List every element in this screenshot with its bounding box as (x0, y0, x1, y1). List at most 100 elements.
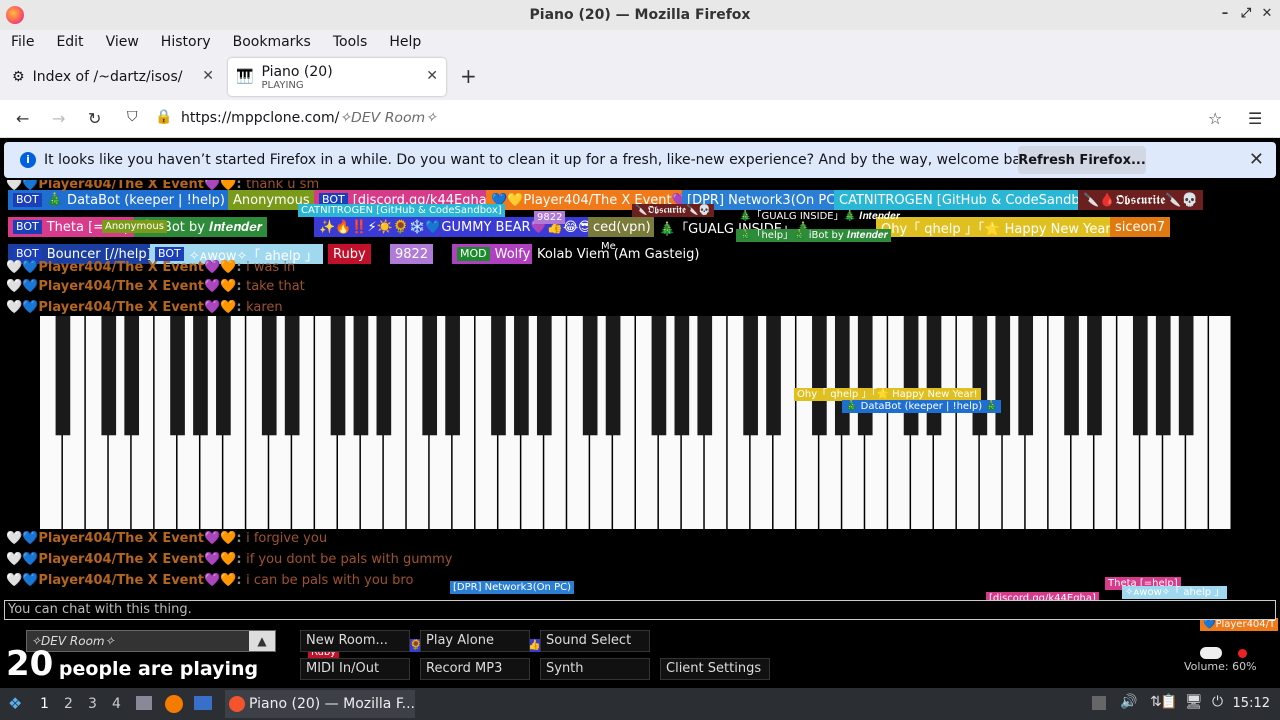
shield-icon[interactable]: ⛉ (127, 109, 138, 125)
clipboard-icon[interactable]: 📋 (1160, 694, 1177, 710)
black-key[interactable] (743, 316, 758, 436)
user-tag[interactable]: siceon7 (1110, 217, 1170, 237)
black-key[interactable] (1064, 316, 1079, 436)
back-icon[interactable]: ← (16, 109, 29, 128)
black-key[interactable] (1018, 316, 1034, 436)
black-key[interactable] (491, 316, 506, 436)
user-tag[interactable]: ced(vpn) (588, 217, 656, 237)
menu-help[interactable]: Help (378, 34, 432, 50)
user-tag[interactable]: CATNITROGEN [GitHub & CodeSandbox] (834, 190, 1105, 210)
black-key[interactable] (1087, 316, 1102, 436)
tab-index-isos[interactable]: ⚙ Index of /~dartz/isos/ ✕ (4, 58, 222, 96)
user-tag[interactable]: MOD Wolfy (452, 244, 536, 264)
black-key[interactable] (422, 316, 438, 436)
black-key[interactable] (170, 316, 185, 436)
black-key[interactable] (216, 316, 231, 436)
menu-tools[interactable]: Tools (322, 34, 379, 50)
black-key[interactable] (1132, 316, 1148, 436)
black-key[interactable] (1178, 316, 1194, 436)
reload-icon[interactable]: ↻ (88, 109, 101, 128)
workspace-2[interactable]: 2 (64, 696, 73, 712)
black-key[interactable] (605, 316, 621, 436)
play-alone-button[interactable]: Play Alone (420, 630, 530, 652)
client-settings-button[interactable]: Client Settings (660, 658, 770, 680)
new-tab-icon[interactable]: + (460, 64, 477, 88)
url-bar[interactable]: https://mppclone.com/✧𝘋𝘌𝘝 𝘙𝘰𝘰𝘮✧ (181, 110, 437, 126)
workspace-3[interactable]: 3 (88, 696, 97, 712)
minimize-icon[interactable]: – (1216, 6, 1234, 21)
black-key[interactable] (330, 316, 346, 436)
chat-input[interactable]: You can chat with this thing. (4, 600, 1276, 620)
synth-button[interactable]: Synth (540, 658, 650, 680)
user-tag[interactable]: 9822 (390, 244, 434, 264)
menu-file[interactable]: File (0, 34, 45, 50)
tab-piano[interactable]: 🎹 Piano (20) PLAYING ✕ (228, 58, 446, 96)
close-icon[interactable]: ✕ (1249, 149, 1264, 170)
black-key[interactable] (353, 316, 369, 436)
menu-bookmarks[interactable]: Bookmarks (222, 34, 322, 50)
new-room-button[interactable]: New Room... (300, 630, 410, 652)
close-tab-icon[interactable]: ✕ (426, 68, 438, 84)
piano-keyboard[interactable] (40, 316, 1232, 529)
black-key[interactable] (376, 316, 392, 436)
black-key[interactable] (582, 316, 598, 436)
black-key[interactable] (261, 316, 277, 436)
black-key[interactable] (193, 316, 208, 436)
black-key[interactable] (536, 316, 552, 436)
firefox-launcher-icon[interactable] (165, 695, 183, 713)
black-key[interactable] (834, 316, 850, 436)
terminal-icon[interactable] (194, 696, 212, 710)
black-key[interactable] (903, 316, 919, 436)
menu-view[interactable]: View (95, 34, 150, 50)
black-key[interactable] (972, 316, 988, 436)
volume-knob[interactable] (1200, 647, 1222, 659)
speaker-icon[interactable]: 🔊 (1120, 694, 1137, 710)
workspace-1[interactable]: 1 (40, 696, 49, 712)
close-icon[interactable]: ✕ (1258, 6, 1276, 21)
black-key[interactable] (55, 316, 71, 436)
black-key[interactable] (674, 316, 690, 436)
user-tag[interactable]: Ohy「 qhelp 」「🌟 Happy New Year! 」 (876, 217, 1139, 237)
user-tag[interactable]: ✨🔥‼️⚡☀️🌻❄️💙GUMMY BEAR💜👍😂😎😊 (314, 217, 611, 237)
tray-icon[interactable] (1092, 696, 1106, 710)
black-key[interactable] (445, 316, 460, 436)
tab-playing-label: PLAYING (261, 79, 304, 91)
record-mp3-button[interactable]: Record MP3 (420, 658, 530, 680)
black-key[interactable] (697, 316, 713, 436)
maximize-icon[interactable]: ⤢ (1237, 6, 1255, 21)
black-key[interactable] (124, 316, 140, 436)
forward-icon[interactable]: → (52, 109, 65, 128)
chat-message: thank u sm (246, 180, 320, 192)
power-icon[interactable]: ⏻ (1212, 694, 1223, 710)
lock-icon[interactable]: 🔒 (155, 109, 172, 125)
refresh-firefox-button[interactable]: Refresh Firefox... (1018, 146, 1146, 174)
file-manager-icon[interactable] (136, 696, 152, 710)
black-key[interactable] (926, 316, 942, 436)
black-key[interactable] (766, 316, 781, 436)
white-key[interactable] (1209, 316, 1231, 529)
user-tag[interactable]: BOT 🎄 DataBot (keeper | !help) 🎄 (8, 190, 251, 210)
hamburger-menu-icon[interactable]: ☰ (1248, 109, 1262, 128)
black-key[interactable] (995, 316, 1011, 436)
black-key[interactable] (651, 316, 667, 436)
close-tab-icon[interactable]: ✕ (202, 68, 214, 84)
black-key[interactable] (101, 316, 117, 436)
cursor-label: ✧ᴀᴡᴏᴡ✧「 ahelp 」 (1122, 586, 1228, 599)
window-title: Piano (20) — Mozilla Firefox (529, 7, 751, 23)
star-icon[interactable]: ☆ (1208, 109, 1222, 128)
start-menu-icon[interactable]: ❖ (8, 694, 22, 713)
black-key[interactable] (1155, 316, 1171, 436)
user-tag[interactable]: Ruby (328, 244, 371, 264)
user-tag[interactable]: 🔪🩸𝕺𝖇𝖘𝖈𝖚𝖗𝖎𝖙𝖊🔪💀 (1078, 190, 1203, 210)
sound-select-button[interactable]: Sound Select (540, 630, 650, 652)
black-key[interactable] (284, 316, 300, 436)
black-key[interactable] (857, 316, 873, 436)
menu-edit[interactable]: Edit (45, 34, 94, 50)
black-key[interactable] (514, 316, 529, 436)
screen-icon[interactable]: 🖥 (1185, 694, 1203, 710)
taskbar-window-firefox[interactable]: Piano (20) — Mozilla F... (225, 690, 415, 718)
menu-history[interactable]: History (150, 34, 222, 50)
workspace-4[interactable]: 4 (112, 696, 121, 712)
midi-button[interactable]: MIDI In/Out (300, 658, 410, 680)
black-key[interactable] (812, 316, 827, 436)
